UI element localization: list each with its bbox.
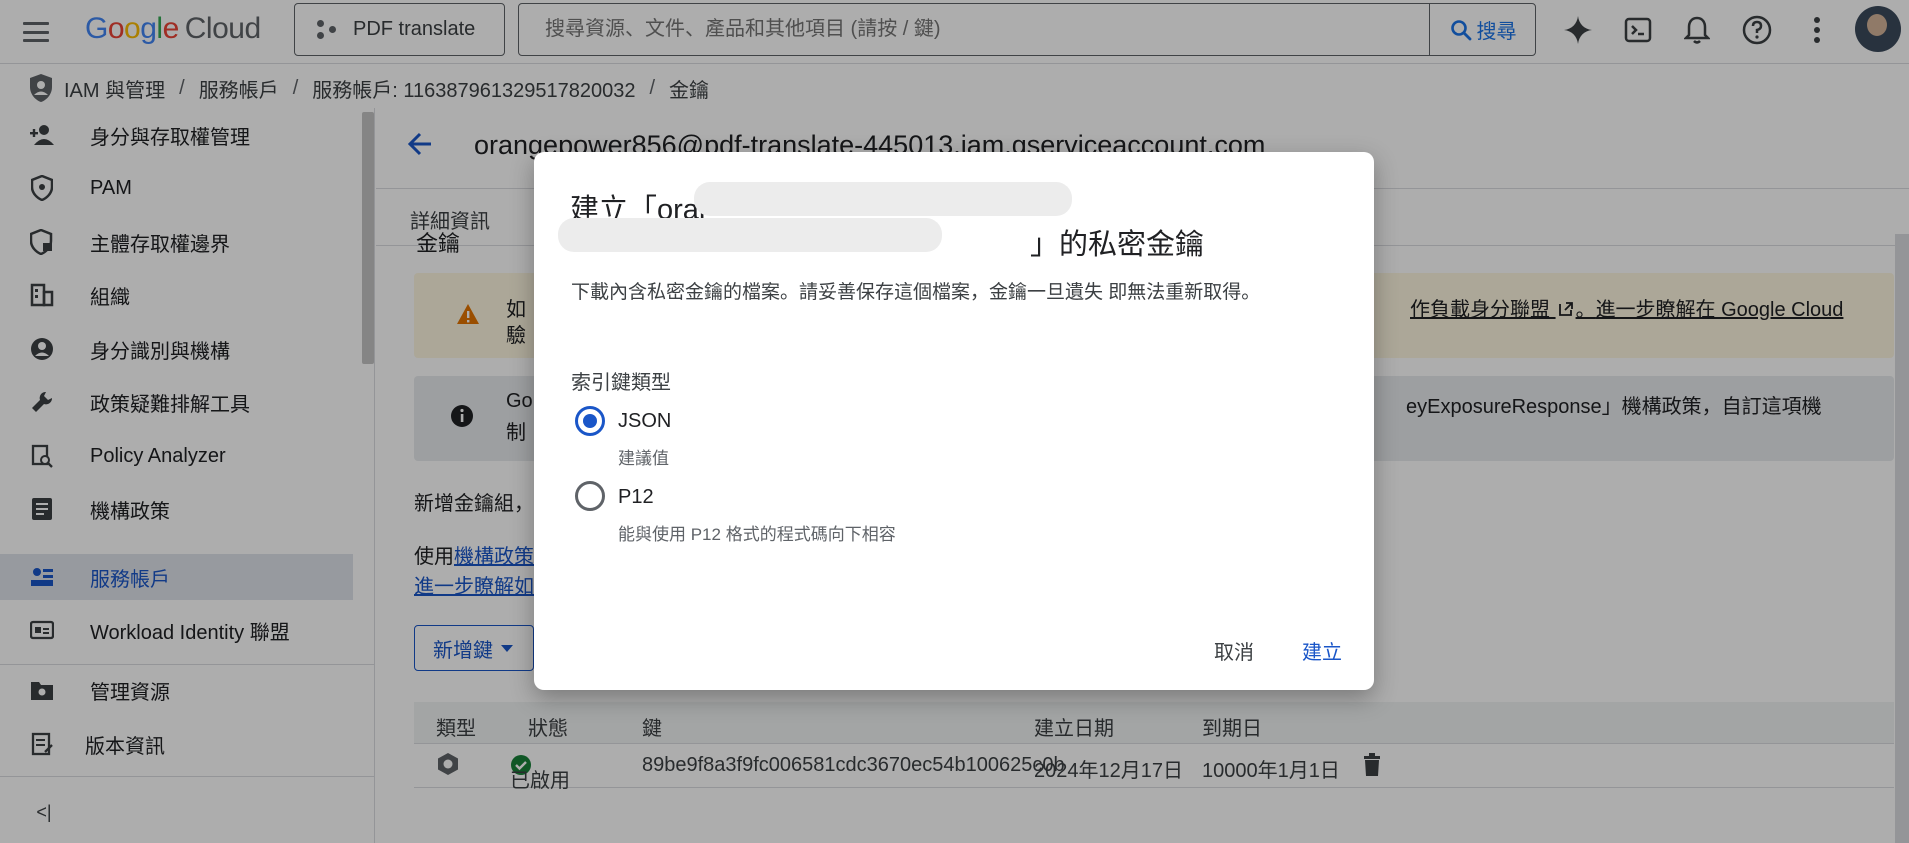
redacted-region <box>558 218 942 252</box>
p12-radio-button[interactable] <box>575 481 605 511</box>
dialog-description: 下載內含私密金鑰的檔案。請妥善保存這個檔案，金鑰一旦遺失 即無法重新取得。 <box>571 282 1261 303</box>
json-option-label[interactable]: JSON <box>618 410 671 433</box>
p12-option-label[interactable]: P12 <box>618 486 654 509</box>
cancel-button[interactable]: 取消 <box>1214 636 1254 665</box>
create-private-key-dialog: 建立「orar 」的私密金鑰 下載內含私密金鑰的檔案。請妥善保存這個檔案，金鑰一… <box>534 152 1374 690</box>
redacted-region <box>694 182 1072 216</box>
dialog-title-line2: 」的私密金鑰 <box>1030 229 1205 261</box>
json-radio-button[interactable] <box>575 406 605 436</box>
key-type-label: 索引鍵類型 <box>571 372 671 394</box>
json-option-sublabel: 建議值 <box>618 449 669 468</box>
p12-option-sublabel: 能與使用 P12 格式的程式碼向下相容 <box>618 525 896 544</box>
create-button[interactable]: 建立 <box>1302 636 1342 665</box>
